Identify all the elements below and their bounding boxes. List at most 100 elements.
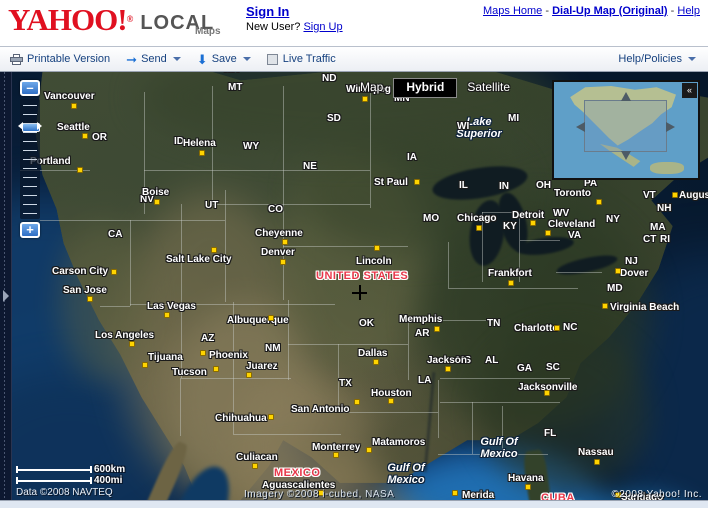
zoom-in-button[interactable]: +: [20, 222, 40, 238]
yahoo-local-maps-logo[interactable]: YAHOO!® LOCAL: [8, 4, 214, 35]
city-marker-juarez[interactable]: [246, 372, 252, 378]
city-marker-culiacan[interactable]: [252, 463, 258, 469]
city-marker-carson-city[interactable]: [111, 269, 117, 275]
sign-in-link[interactable]: Sign In: [246, 4, 289, 19]
minimap-pan-down-icon[interactable]: [621, 151, 631, 160]
city-marker-las-vegas[interactable]: [164, 312, 170, 318]
save-button[interactable]: ⬇ Save: [191, 48, 257, 70]
city-marker-matamoros[interactable]: [366, 447, 372, 453]
city-marker-charlotte[interactable]: [554, 325, 560, 331]
zoom-tick[interactable]: [23, 141, 37, 142]
scale-label-km: 600km: [94, 464, 126, 475]
send-button[interactable]: ➞ Send: [120, 48, 187, 70]
new-user-label: New User?: [246, 21, 301, 33]
yahoo-copyright: ©2008 Yahoo! Inc.: [611, 489, 702, 500]
save-chevron-down-icon[interactable]: [242, 57, 251, 61]
city-marker-tucson[interactable]: [213, 366, 219, 372]
city-marker-dallas[interactable]: [373, 359, 379, 365]
city-marker-helena[interactable]: [199, 150, 205, 156]
zoom-tick[interactable]: [23, 204, 37, 205]
send-label: Send: [141, 53, 167, 65]
tab-hybrid[interactable]: Hybrid: [393, 78, 458, 98]
minimap-pan-left-icon[interactable]: [576, 122, 585, 132]
live-traffic-checkbox-icon[interactable]: [266, 53, 278, 65]
tab-satellite[interactable]: Satellite: [457, 78, 520, 96]
panel-expand-arrow-icon[interactable]: [3, 290, 9, 302]
live-traffic-toggle[interactable]: Live Traffic: [261, 48, 342, 70]
city-marker-cleveland[interactable]: [545, 230, 551, 236]
sign-up-link[interactable]: Sign Up: [303, 21, 342, 33]
city-marker-san-antonio[interactable]: [354, 399, 360, 405]
city-marker-toronto[interactable]: [596, 199, 602, 205]
map-center-crosshair-icon: [352, 285, 367, 300]
scale-row-mi: 400mi: [16, 475, 125, 486]
help-link[interactable]: Help: [677, 5, 700, 17]
city-marker-tijuana[interactable]: [142, 362, 148, 368]
city-marker-salt-lake-city[interactable]: [211, 247, 217, 253]
city-marker-seattle[interactable]: [82, 133, 88, 139]
city-marker-los-angeles[interactable]: [129, 341, 135, 347]
zoom-tick[interactable]: [23, 186, 37, 187]
nav-separator-2: -: [670, 5, 675, 17]
city-marker-monterrey[interactable]: [333, 452, 339, 458]
scale-label-mi: 400mi: [94, 475, 123, 486]
map-toolbar: Printable Version ➞ Send ⬇ Save Live Tra…: [0, 46, 708, 72]
city-marker-memphis[interactable]: [434, 326, 440, 332]
city-marker-dover[interactable]: [615, 268, 621, 274]
zoom-out-button[interactable]: –: [20, 80, 40, 96]
city-marker-chicago[interactable]: [476, 225, 482, 231]
overview-minimap[interactable]: «: [552, 80, 700, 180]
scale-bar-mi-graphic: [16, 477, 92, 484]
top-nav-links: Maps Home - Dial-Up Map (Original) - Hel…: [483, 5, 700, 17]
city-marker-portland[interactable]: [77, 167, 83, 173]
dial-up-map-link[interactable]: Dial-Up Map (Original): [552, 5, 668, 17]
tab-map[interactable]: Map: [350, 78, 393, 96]
yahoo-logo-text: YAHOO!®: [8, 2, 133, 37]
city-marker-augusta[interactable]: [672, 192, 678, 198]
zoom-tick[interactable]: [23, 123, 37, 124]
printable-version-button[interactable]: Printable Version: [4, 48, 116, 70]
city-marker-san-jose[interactable]: [87, 296, 93, 302]
map-type-tabs: Map Hybrid Satellite: [350, 78, 520, 98]
minimap-viewport-box[interactable]: [576, 92, 675, 160]
city-marker-jackson[interactable]: [445, 366, 451, 372]
minimap-pan-up-icon[interactable]: [621, 92, 631, 101]
minimap-collapse-button[interactable]: «: [682, 83, 697, 98]
zoom-tick[interactable]: [23, 105, 37, 106]
city-marker-lincoln[interactable]: [374, 245, 380, 251]
city-marker-st-paul[interactable]: [414, 179, 420, 185]
minimap-pan-right-icon[interactable]: [666, 122, 675, 132]
city-marker-phoenix[interactable]: [200, 350, 206, 356]
zoom-tick[interactable]: [23, 150, 37, 151]
zoom-tick[interactable]: [23, 195, 37, 196]
city-marker-boise[interactable]: [154, 199, 160, 205]
zoom-tick[interactable]: [23, 132, 37, 133]
zoom-tick[interactable]: [23, 213, 37, 214]
help-policies-button[interactable]: Help/Policies: [612, 48, 702, 70]
city-marker-havana[interactable]: [525, 484, 531, 490]
maps-home-link[interactable]: Maps Home: [483, 5, 542, 17]
help-policies-chevron-down-icon[interactable]: [688, 57, 696, 61]
city-marker-detroit[interactable]: [530, 220, 536, 226]
send-chevron-down-icon[interactable]: [172, 57, 181, 61]
city-marker-merida[interactable]: [452, 490, 458, 496]
city-marker-frankfort[interactable]: [508, 280, 514, 286]
city-marker-nassau[interactable]: [594, 459, 600, 465]
zoom-tick[interactable]: [23, 168, 37, 169]
minimap-landmass-caribbean: [650, 162, 684, 174]
city-marker-albuquerque[interactable]: [268, 315, 274, 321]
zoom-tick[interactable]: [23, 177, 37, 178]
zoom-tick[interactable]: [23, 159, 37, 160]
city-marker-chihuahua[interactable]: [268, 414, 274, 420]
city-marker-denver[interactable]: [280, 259, 286, 265]
zoom-slider-track[interactable]: [18, 99, 42, 219]
city-marker-vancouver[interactable]: [71, 103, 77, 109]
city-marker-virginia-beach[interactable]: [602, 303, 608, 309]
yahoo-local-maps-app: YAHOO!® LOCAL Maps Sign In New User? Sig…: [0, 0, 708, 508]
zoom-tick[interactable]: [23, 114, 37, 115]
city-marker-cheyenne[interactable]: [282, 239, 288, 245]
city-marker-jacksonville[interactable]: [544, 390, 550, 396]
city-marker-houston[interactable]: [388, 398, 394, 404]
zoom-control: – +: [18, 80, 42, 238]
left-panel-expand-handle[interactable]: [0, 72, 12, 500]
